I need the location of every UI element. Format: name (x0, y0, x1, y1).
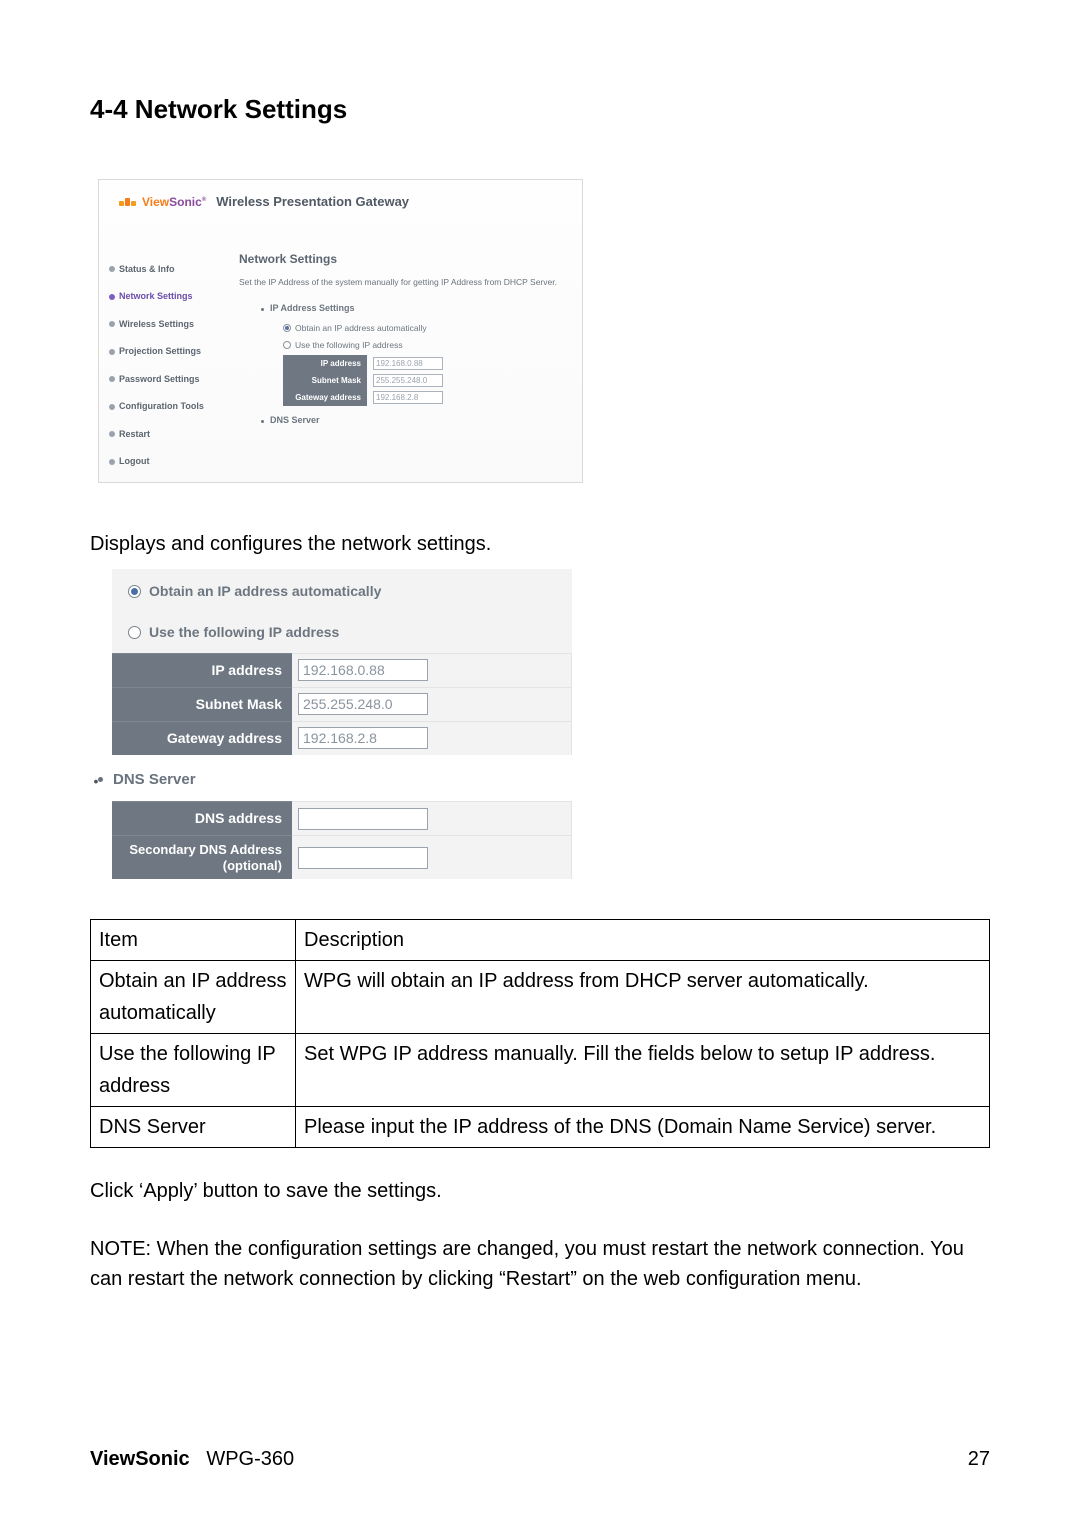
bullet-icon (109, 266, 115, 272)
sidebar-item-label: Logout (119, 455, 150, 469)
restart-note: NOTE: When the configuration settings ar… (90, 1234, 990, 1294)
label: Use the following IP address (295, 339, 403, 352)
field-label: IP address (283, 355, 367, 372)
sidebar-item-config[interactable]: Configuration Tools (109, 393, 221, 421)
dns-secondary-input[interactable] (298, 847, 428, 869)
bullet-icon (109, 459, 115, 465)
sidebar-item-label: Projection Settings (119, 345, 201, 359)
ip-settings-detail: Obtain an IP address automatically Use t… (112, 569, 572, 755)
sidebar-item-wireless[interactable]: Wireless Settings (109, 311, 221, 339)
label: DNS Server (113, 769, 196, 792)
table-cell-desc: Set WPG IP address manually. Fill the fi… (296, 1034, 990, 1107)
table-cell-desc: Please input the IP address of the DNS (… (296, 1107, 990, 1148)
product-name: Wireless Presentation Gateway (216, 192, 409, 212)
radio-ip-manual[interactable]: Use the following IP address (283, 337, 572, 354)
gateway-input[interactable] (298, 727, 428, 749)
section-title: 4-4 Network Settings (90, 90, 990, 129)
label: Obtain an IP address automatically (295, 322, 427, 335)
table-cell-desc: WPG will obtain an IP address from DHCP … (296, 961, 990, 1034)
field-label: Subnet Mask (112, 687, 292, 721)
apply-note: Click ‘Apply’ button to save the setting… (90, 1176, 990, 1206)
label: IP Address Settings (270, 302, 355, 316)
radio-icon (283, 341, 291, 349)
brand-name: ViewSonic® (142, 193, 206, 211)
sidebar-item-label: Wireless Settings (119, 318, 194, 332)
table-row: Obtain an IP address automatically WPG w… (91, 961, 990, 1034)
bullet-icon (109, 404, 115, 410)
dns-address-input[interactable] (298, 808, 428, 830)
table-cell-item: DNS Server (91, 1107, 296, 1148)
content-panel: Network Settings Set the IP Address of t… (239, 232, 572, 476)
bullet-icon (98, 777, 103, 782)
sidebar-item-label: Password Settings (119, 373, 200, 387)
sidebar-item-label: Network Settings (119, 290, 193, 304)
caption-text: Displays and configures the network sett… (90, 529, 990, 559)
page-number: 27 (968, 1444, 990, 1474)
ip-settings-heading: IP Address Settings (261, 302, 572, 316)
table-header-desc: Description (296, 920, 990, 961)
sidebar-item-password[interactable]: Password Settings (109, 366, 221, 394)
brand-bar: ViewSonic® Wireless Presentation Gateway (99, 180, 582, 232)
bullet-icon (261, 308, 264, 311)
ip-address-input[interactable] (298, 659, 428, 681)
table-cell-item: Obtain an IP address automatically (91, 961, 296, 1034)
sidebar: Status & Info Network Settings Wireless … (109, 232, 221, 476)
radio-icon (128, 626, 141, 639)
field-label: Gateway address (283, 389, 367, 406)
table-row: Use the following IP address Set WPG IP … (91, 1034, 990, 1107)
table-row: DNS Server Please input the IP address o… (91, 1107, 990, 1148)
footer-brand: ViewSonic (90, 1448, 190, 1470)
sidebar-item-network[interactable]: Network Settings (109, 283, 221, 311)
ip-address-input[interactable] (373, 357, 443, 370)
label: Use the following IP address (149, 622, 339, 643)
panel-heading: Network Settings (239, 250, 572, 268)
radio-icon (283, 324, 291, 332)
subnet-mask-input[interactable] (373, 374, 443, 387)
bullet-icon (109, 321, 115, 327)
field-label: DNS address (112, 801, 292, 835)
admin-ui-screenshot: ViewSonic® Wireless Presentation Gateway… (98, 179, 583, 483)
bullet-icon: • (90, 569, 102, 792)
sidebar-item-logout[interactable]: Logout (109, 448, 221, 476)
viewsonic-logo-icon (119, 198, 136, 206)
radio-ip-auto[interactable]: Obtain an IP address automatically (283, 320, 572, 337)
panel-subheading: Set the IP Address of the system manuall… (239, 276, 572, 289)
gateway-input[interactable] (373, 391, 443, 404)
page-footer: ViewSonic WPG-360 27 (90, 1444, 990, 1474)
sidebar-item-label: Status & Info (119, 263, 175, 277)
subnet-mask-input[interactable] (298, 693, 428, 715)
field-label: IP address (112, 653, 292, 687)
dns-heading: DNS Server (261, 414, 572, 428)
field-label: Gateway address (112, 721, 292, 755)
ip-fields-table: IP address Subnet Mask Gateway address (283, 355, 449, 406)
table-cell-item: Use the following IP address (91, 1034, 296, 1107)
radio-icon (128, 585, 141, 598)
sidebar-item-label: Configuration Tools (119, 400, 204, 414)
radio-ip-auto[interactable]: Obtain an IP address automatically (112, 569, 572, 612)
bullet-icon (109, 376, 115, 382)
field-label: Secondary DNS Address (optional) (112, 835, 292, 879)
bullet-icon (109, 294, 115, 300)
bullet-icon (109, 349, 115, 355)
dns-fields: DNS address Secondary DNS Address (optio… (112, 801, 572, 879)
table-header-item: Item (91, 920, 296, 961)
footer-model: WPG-360 (206, 1448, 294, 1470)
description-table: Item Description Obtain an IP address au… (90, 919, 990, 1148)
sidebar-item-status[interactable]: Status & Info (109, 256, 221, 284)
bullet-icon (109, 431, 115, 437)
sidebar-item-label: Restart (119, 428, 150, 442)
sidebar-item-projection[interactable]: Projection Settings (109, 338, 221, 366)
label: DNS Server (270, 414, 320, 428)
field-label: Subnet Mask (283, 372, 367, 389)
radio-ip-manual[interactable]: Use the following IP address (112, 612, 572, 653)
sidebar-item-restart[interactable]: Restart (109, 421, 221, 449)
dns-heading: DNS Server (112, 755, 572, 802)
label: Obtain an IP address automatically (149, 581, 381, 602)
bullet-icon (261, 420, 264, 423)
